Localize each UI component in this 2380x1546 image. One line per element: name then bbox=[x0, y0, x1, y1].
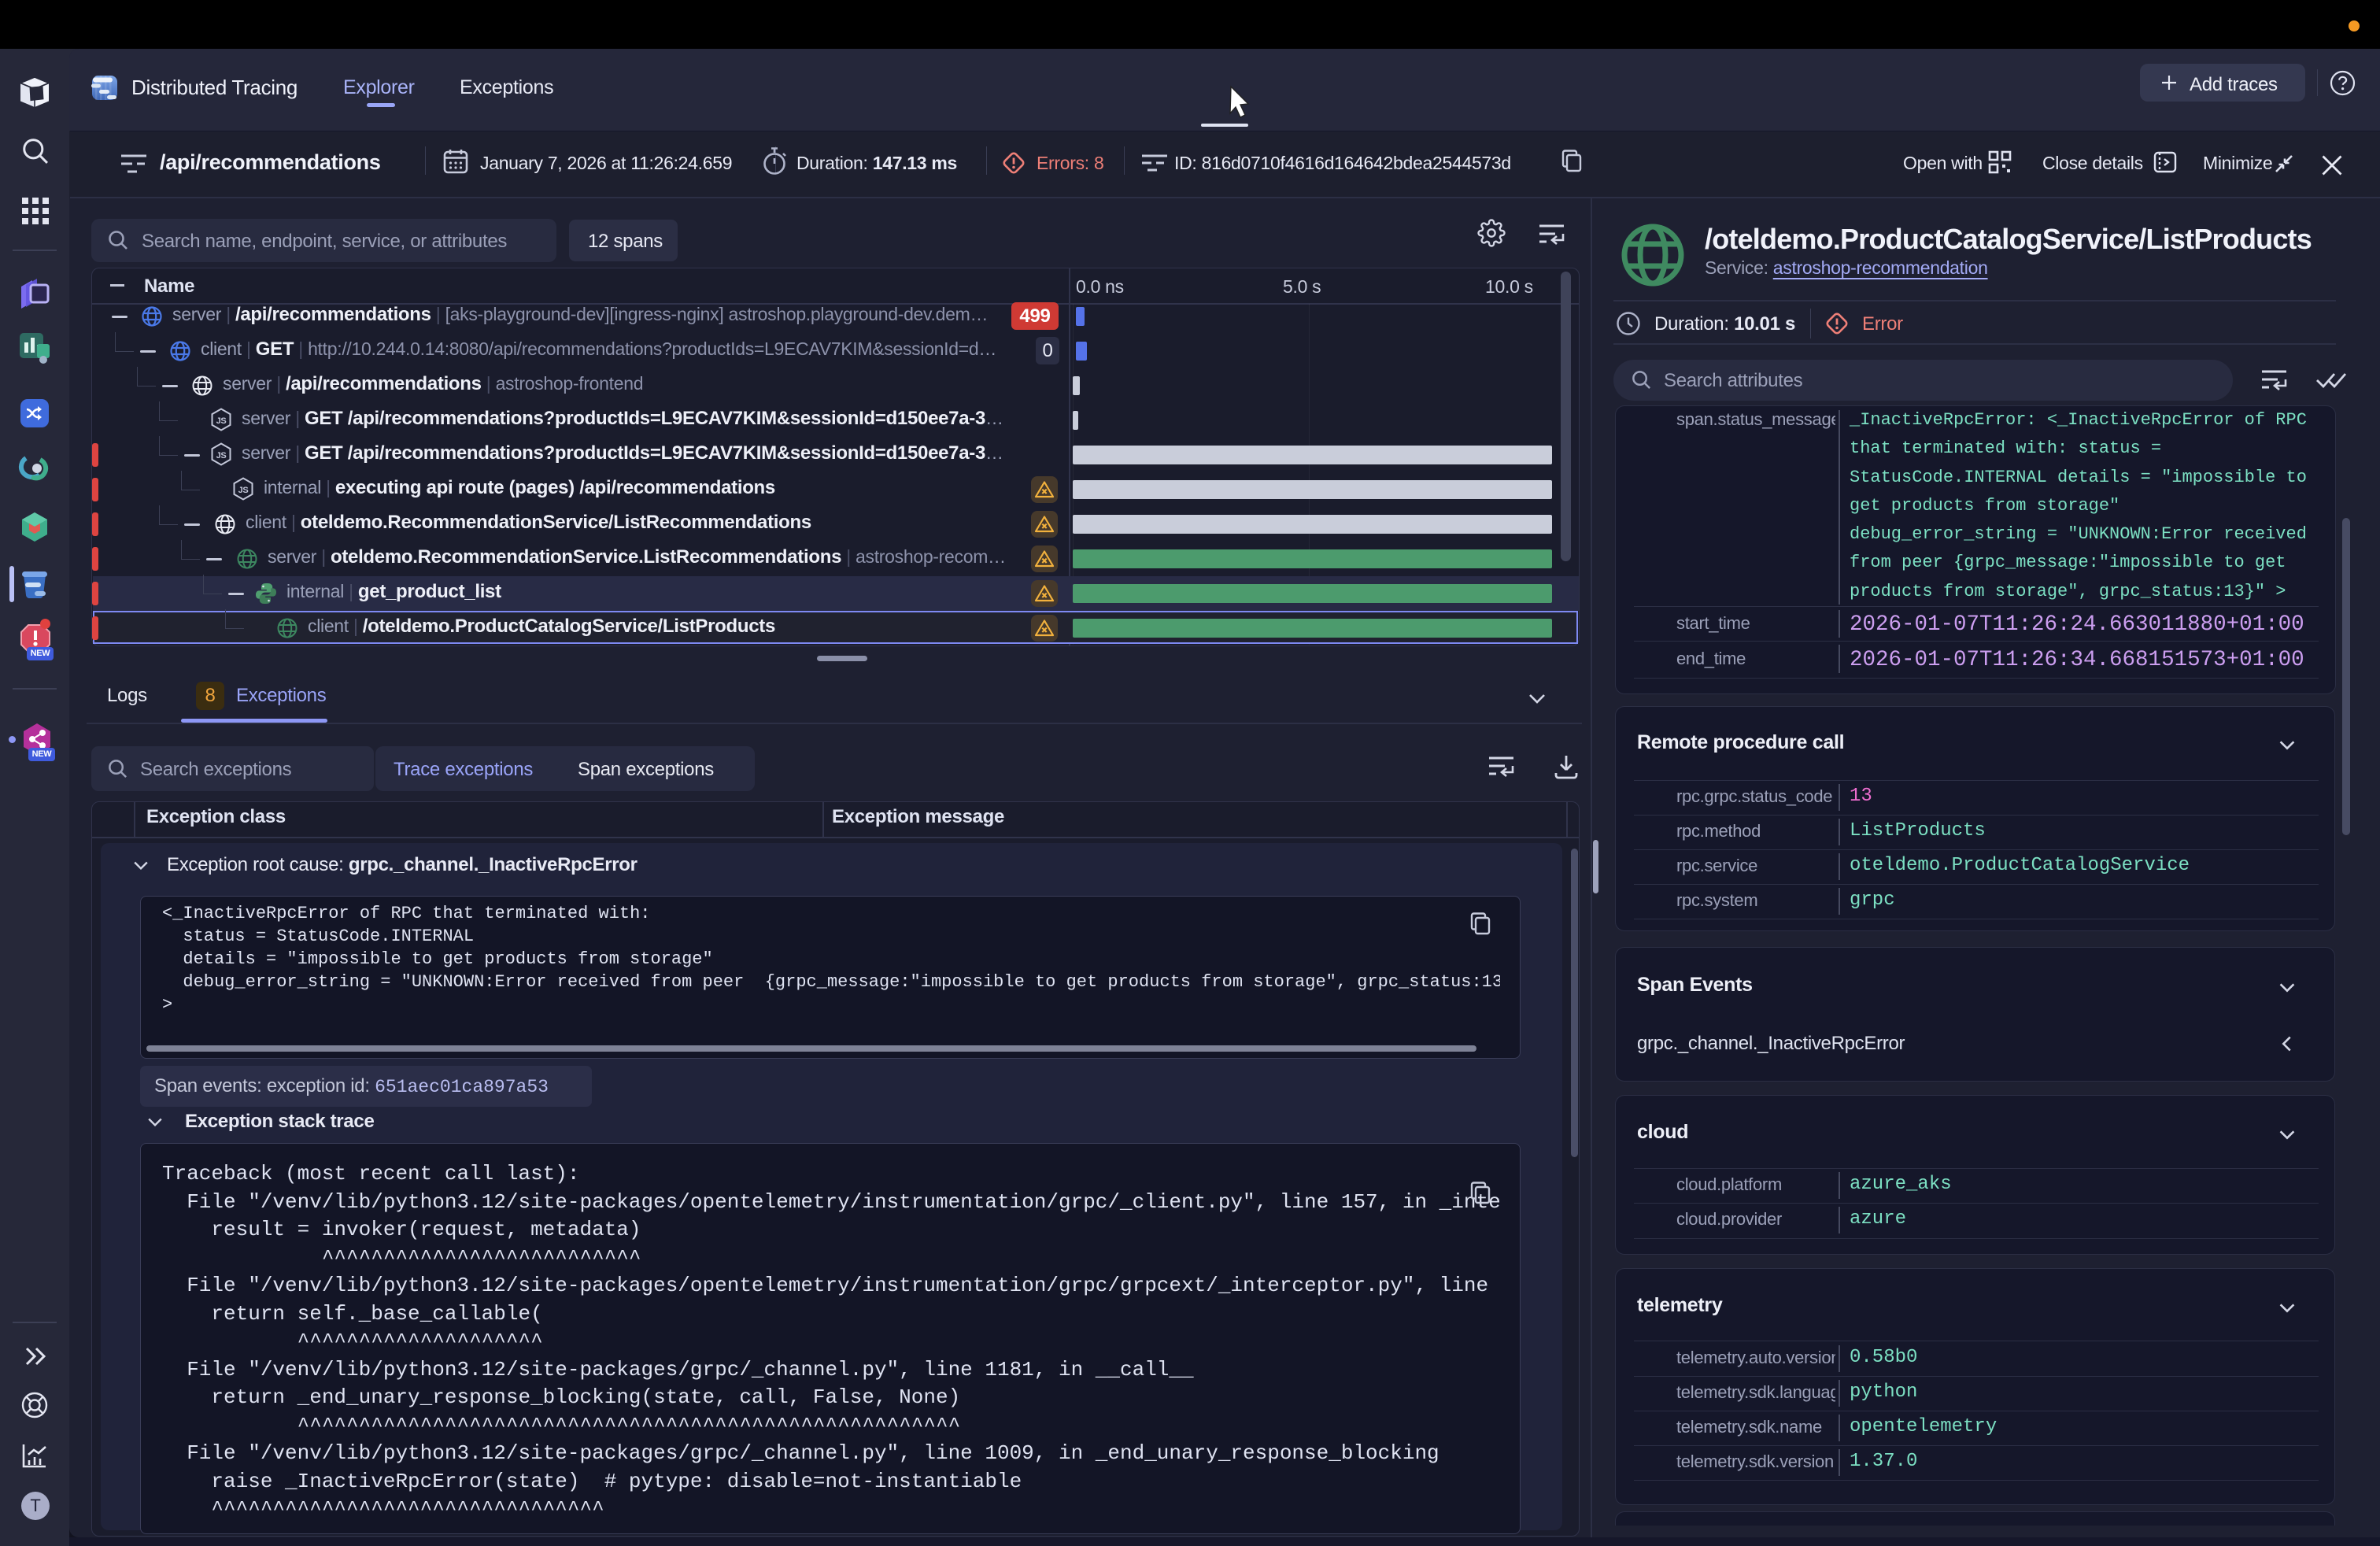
svg-text:JS: JS bbox=[216, 451, 227, 460]
svg-text:JS: JS bbox=[238, 486, 249, 495]
svg-text:JS: JS bbox=[216, 416, 227, 426]
